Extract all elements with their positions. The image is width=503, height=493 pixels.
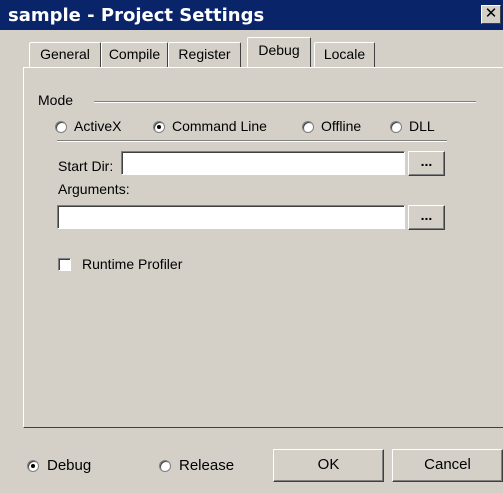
arguments-label: Arguments: xyxy=(58,181,130,197)
tab-label: Debug xyxy=(258,42,300,58)
tab-compile[interactable]: Compile xyxy=(101,42,168,68)
start-dir-browse-button[interactable]: ... xyxy=(408,151,445,176)
config-release-radio[interactable] xyxy=(159,460,171,472)
mode-bottom-separator xyxy=(57,140,447,142)
tab-debug[interactable]: Debug xyxy=(247,37,311,67)
tab-locale[interactable]: Locale xyxy=(314,42,375,68)
arguments-browse-button[interactable]: ... xyxy=(408,205,445,230)
mode-dll-label[interactable]: DLL xyxy=(409,118,435,134)
mode-offline-radio[interactable] xyxy=(302,121,314,133)
tab-label: Compile xyxy=(108,46,161,62)
tab-label: Register xyxy=(178,46,231,62)
config-debug-radio[interactable] xyxy=(27,460,39,472)
mode-offline-label[interactable]: Offline xyxy=(321,118,361,134)
ok-button-label: OK xyxy=(317,456,340,473)
close-button[interactable]: ✕ xyxy=(481,5,501,24)
runtime-profiler-checkbox[interactable] xyxy=(58,258,71,271)
tab-label: General xyxy=(40,46,90,62)
tab-label: Locale xyxy=(323,46,366,62)
mode-command-line-label[interactable]: Command Line xyxy=(172,118,267,134)
close-icon: ✕ xyxy=(484,5,498,22)
mode-separator xyxy=(94,101,476,103)
mode-group-label: Mode xyxy=(38,92,74,108)
cancel-button[interactable]: Cancel xyxy=(392,449,503,482)
ellipsis-icon: ... xyxy=(420,153,433,169)
mode-activex-radio[interactable] xyxy=(55,121,67,133)
start-dir-input[interactable] xyxy=(121,151,405,175)
mode-command-line-radio[interactable] xyxy=(153,121,165,133)
debug-tab-panel: Mode ActiveX Command Line Offline DLL St… xyxy=(23,67,503,428)
title-bar: sample - Project Settings ✕ xyxy=(0,0,503,30)
window-title: sample - Project Settings xyxy=(8,4,265,26)
radio-dot xyxy=(157,125,161,129)
radio-dot xyxy=(31,464,35,468)
ellipsis-icon: ... xyxy=(420,207,433,223)
runtime-profiler-label[interactable]: Runtime Profiler xyxy=(82,256,182,272)
cancel-button-label: Cancel xyxy=(424,456,471,473)
config-debug-label[interactable]: Debug xyxy=(47,457,91,474)
start-dir-label: Start Dir: xyxy=(58,158,114,174)
mode-activex-label[interactable]: ActiveX xyxy=(74,118,121,134)
arguments-input[interactable] xyxy=(57,205,405,229)
config-release-label[interactable]: Release xyxy=(179,457,234,474)
tab-general[interactable]: General xyxy=(29,42,101,68)
mode-dll-radio[interactable] xyxy=(390,121,402,133)
tab-register[interactable]: Register xyxy=(168,42,241,68)
ok-button[interactable]: OK xyxy=(273,449,384,482)
